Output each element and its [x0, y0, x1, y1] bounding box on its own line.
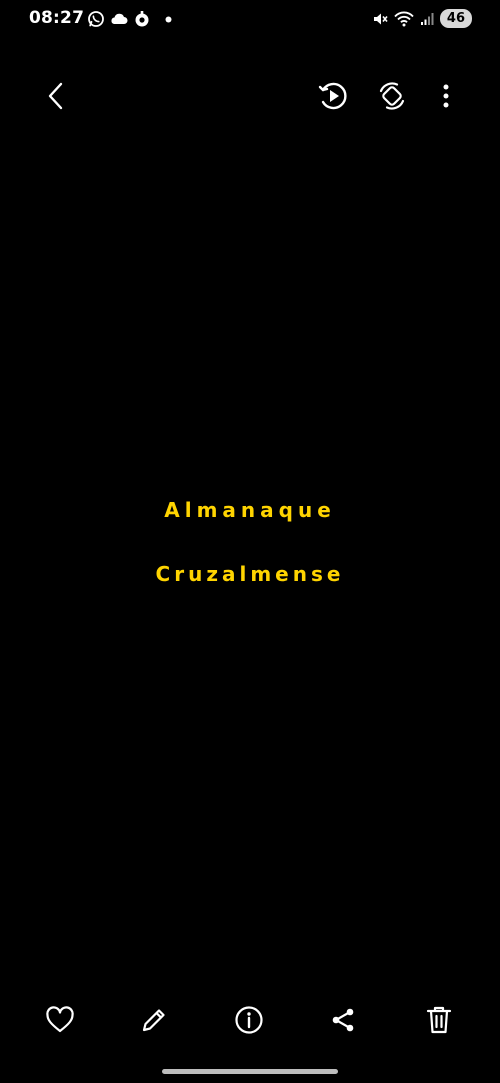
edit-icon [140, 1006, 168, 1034]
title-line-2: Cruzalmense [155, 562, 345, 586]
details-button[interactable] [227, 998, 271, 1042]
edit-button[interactable] [132, 998, 176, 1042]
more-vert-icon [442, 83, 450, 109]
play-motion-icon [317, 80, 349, 112]
favorite-icon [45, 1006, 75, 1034]
auto-rotate-icon [376, 80, 408, 112]
battery-indicator: 46 [439, 9, 472, 28]
favorite-button[interactable] [38, 998, 82, 1042]
notification-icon [133, 10, 151, 28]
home-indicator[interactable] [162, 1069, 338, 1074]
image-content: Almanaque Cruzalmense [0, 478, 500, 606]
cloud-icon [109, 11, 129, 27]
whatsapp-icon [87, 10, 105, 28]
share-icon [329, 1006, 357, 1034]
chevron-left-icon [45, 81, 67, 111]
status-left-icons [87, 10, 172, 28]
dot-icon [165, 16, 172, 23]
mute-icon [372, 11, 388, 27]
status-bar: 08:27 46 [0, 0, 500, 40]
auto-rotate-button[interactable] [370, 74, 414, 118]
share-button[interactable] [321, 998, 365, 1042]
delete-button[interactable] [417, 998, 461, 1042]
wifi-icon [394, 11, 414, 27]
motion-photo-button[interactable] [311, 74, 355, 118]
signal-icon [420, 12, 434, 26]
title-line-1: Almanaque [164, 498, 336, 522]
more-options-button[interactable] [424, 74, 468, 118]
back-button[interactable] [34, 74, 78, 118]
info-icon [234, 1005, 264, 1035]
status-time: 08:27 [29, 8, 85, 28]
delete-icon [426, 1005, 452, 1035]
status-right-icons: 46 [372, 9, 472, 28]
